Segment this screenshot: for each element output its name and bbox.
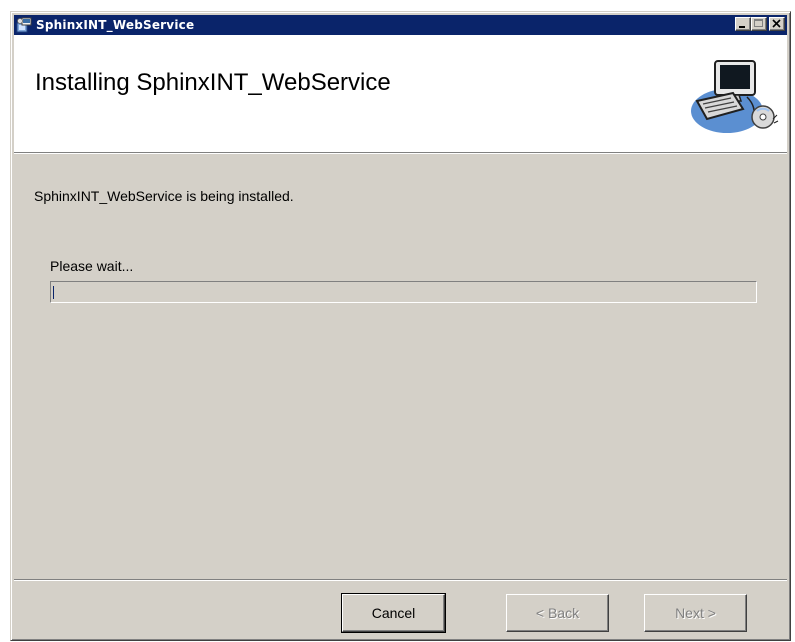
- progress-start-marker: [53, 286, 54, 299]
- maximize-button[interactable]: [751, 17, 767, 31]
- wait-label: Please wait...: [50, 258, 134, 274]
- installer-window: SphinxINT_WebService Installing SphinxIN…: [10, 11, 791, 641]
- install-progress-bar: [50, 281, 757, 303]
- computer-cd-install-icon: [691, 60, 779, 133]
- close-button[interactable]: [769, 17, 785, 31]
- title-bar[interactable]: SphinxINT_WebService: [14, 15, 787, 35]
- header-separator: [14, 152, 787, 154]
- maximize-icon: [754, 19, 763, 27]
- header-banner: Installing SphinxINT_WebService: [14, 35, 787, 152]
- window-controls: [735, 17, 785, 31]
- cancel-button[interactable]: Cancel: [341, 593, 446, 633]
- footer-separator: [14, 579, 787, 581]
- window-title: SphinxINT_WebService: [36, 18, 195, 32]
- minimize-icon: [739, 26, 745, 28]
- back-button[interactable]: < Back: [506, 594, 609, 632]
- close-icon: [772, 19, 781, 28]
- next-button[interactable]: Next >: [644, 594, 747, 632]
- page-title: Installing SphinxINT_WebService: [35, 69, 391, 96]
- status-message: SphinxINT_WebService is being installed.: [34, 188, 294, 204]
- installer-icon[interactable]: [16, 17, 32, 33]
- minimize-button[interactable]: [735, 17, 751, 31]
